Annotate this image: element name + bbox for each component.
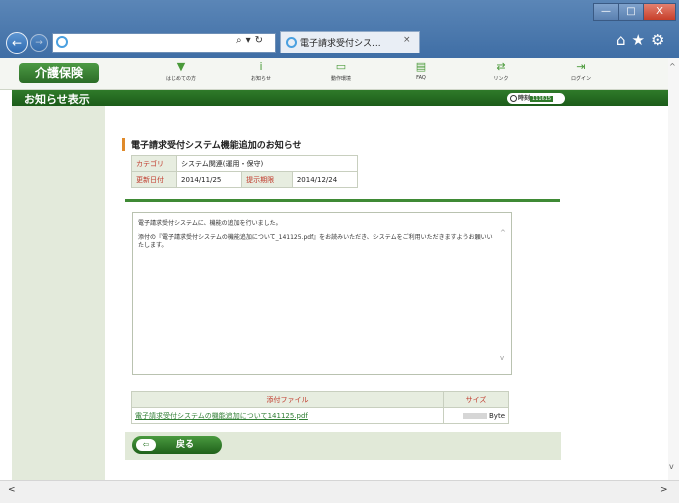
textarea-scroll-down-icon[interactable]: v [500, 354, 504, 362]
close-icon[interactable]: X [643, 3, 676, 21]
scroll-right-icon[interactable]: > [660, 485, 668, 495]
tab-close-icon[interactable]: × [403, 35, 411, 45]
back-arrow-icon: ⇦ [136, 439, 156, 451]
notice-title: 電子請求受付システム機能追加のお知らせ [131, 141, 302, 151]
clock-value: 111615 [530, 96, 554, 102]
attachment-link[interactable]: 電子請求受付システムの機能追加について141125.pdf [131, 407, 444, 424]
attachment-table: 添付ファイル サイズ 電子請求受付システムの機能追加について141125.pdf… [131, 391, 509, 424]
section-marker [122, 138, 125, 151]
minimize-icon[interactable]: — [593, 3, 619, 21]
forward-arrow-icon[interactable]: → [30, 34, 48, 52]
info-icon: i [259, 60, 263, 73]
nav-label: お知らせ [251, 76, 271, 82]
divider [125, 199, 560, 202]
notice-info-table: カテゴリ システム関連(運用・保守) 更新日付 2014/11/25 提示期限 … [131, 155, 359, 188]
period-label: 提示期限 [241, 171, 293, 188]
link-icon: ⇄ [496, 60, 506, 73]
col-file-header: 添付ファイル [131, 391, 444, 408]
horizontal-scrollbar[interactable] [0, 480, 679, 503]
search-refresh-icon[interactable]: ⌕▾↻ [236, 35, 267, 46]
table-row: カテゴリ システム関連(運用・保守) [131, 155, 358, 172]
period-value: 2014/12/24 [291, 171, 359, 188]
nav-faq[interactable]: ▤ FAQ [397, 60, 445, 88]
vertical-scrollbar[interactable] [668, 58, 679, 480]
category-value: システム関連(運用・保守) [176, 155, 358, 172]
maximize-icon[interactable]: □ [618, 3, 644, 21]
ie-logo-icon [56, 36, 68, 48]
textarea-scroll-up-icon[interactable]: ^ [500, 229, 506, 237]
category-label: カテゴリ [131, 155, 177, 172]
page-title: お知らせ表示 [24, 93, 90, 106]
nav-beginners[interactable]: ▼ はじめての方 [157, 60, 205, 88]
updated-value: 2014/11/25 [175, 171, 243, 188]
scroll-up-icon[interactable]: ^ [669, 62, 676, 71]
nav-notices[interactable]: i お知らせ [237, 60, 285, 88]
back-arrow-icon[interactable]: ← [6, 32, 28, 54]
table-row: 更新日付 2014/11/25 提示期限 2014/12/24 [131, 171, 359, 188]
scroll-down-icon[interactable]: v [669, 462, 674, 471]
nav-login[interactable]: ⇥ ログイン [557, 60, 605, 88]
table-row: 電子請求受付システムの機能追加について141125.pdf Byte [131, 407, 509, 424]
page-titlebar [12, 90, 668, 106]
attachment-size: Byte [443, 407, 509, 424]
monitor-icon: ▭ [335, 60, 347, 73]
updated-label: 更新日付 [131, 171, 177, 188]
nav-links[interactable]: ⇄ リンク [477, 60, 525, 88]
clock-icon [510, 95, 517, 102]
col-size-header: サイズ [443, 391, 509, 408]
redacted-size [463, 412, 487, 419]
nav-label: はじめての方 [165, 76, 196, 82]
size-unit: Byte [489, 411, 505, 420]
nav-label: FAQ [416, 75, 426, 81]
message-line: 電子請求受付システムに、機能の追加を行いました。 [138, 220, 282, 227]
left-sidebar [12, 106, 105, 480]
scroll-left-icon[interactable]: < [8, 485, 16, 495]
login-icon: ⇥ [576, 60, 586, 73]
nav-label: ログイン [570, 76, 591, 82]
table-header-row: 添付ファイル サイズ [131, 391, 509, 408]
nav-label: 動作環境 [330, 76, 351, 82]
nav-label: リンク [493, 76, 509, 82]
logo[interactable]: 介護保険 [19, 63, 99, 83]
tab-favicon-icon [286, 37, 297, 48]
clock-label: 時刻 [518, 95, 531, 102]
nav-environment[interactable]: ▭ 動作環境 [317, 60, 365, 88]
beginner-mark-icon: ▼ [176, 60, 186, 73]
home-star-gear-icon[interactable]: ⌂★⚙ [616, 31, 670, 49]
message-line: 添付の『電子請求受付システムの機能追加について_141125.pdf』をお読みい… [138, 234, 493, 249]
window-controls: — □ X [593, 3, 676, 21]
book-icon: ▤ [415, 60, 427, 73]
tab-title: 電子請求受付シス... [300, 39, 381, 49]
